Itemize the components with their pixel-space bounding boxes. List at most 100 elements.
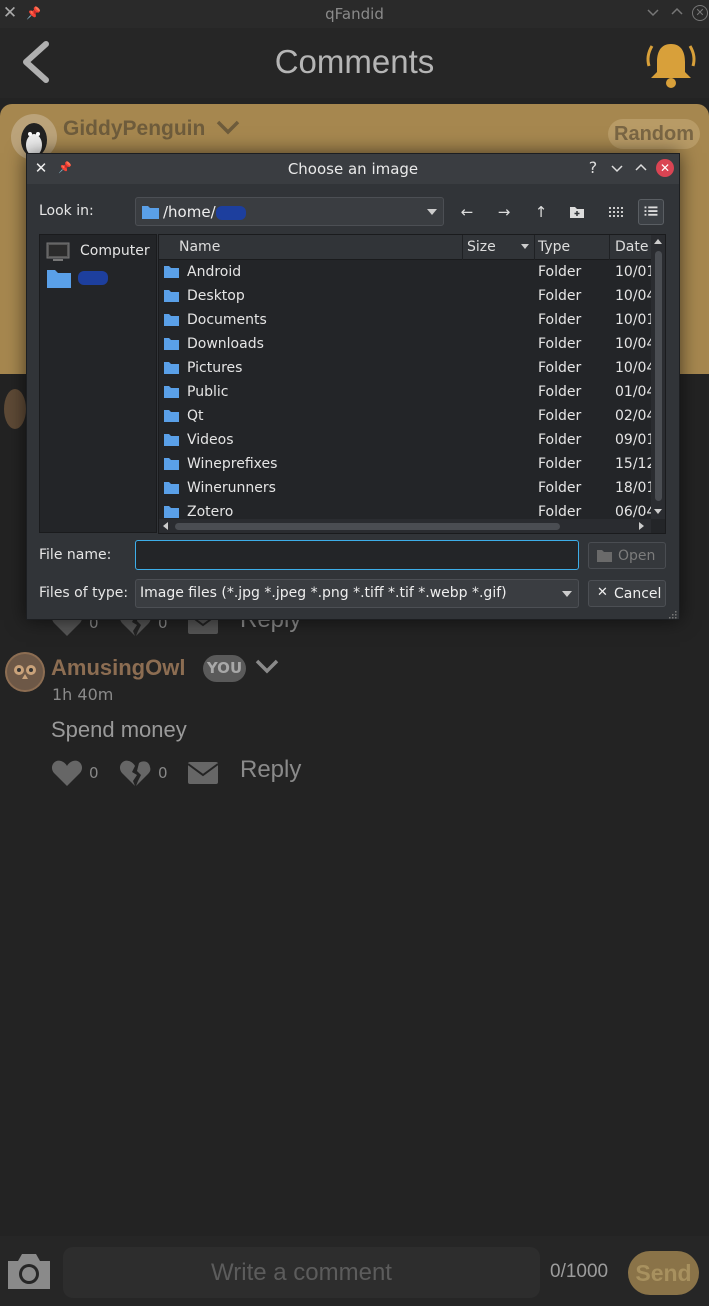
file-name: Downloads	[187, 336, 264, 352]
file-name: Pictures	[187, 360, 243, 376]
dislike-count: 0	[158, 764, 168, 782]
icon-view-icon[interactable]	[602, 199, 628, 225]
file-type: Folder	[538, 456, 582, 472]
file-name: Wineprefixes	[187, 456, 278, 472]
file-row[interactable]: Desktop Folder 10/04	[159, 285, 651, 309]
open-label: Open	[618, 548, 656, 564]
bell-icon[interactable]	[643, 36, 699, 90]
file-list-header: Name Size Type Date	[159, 235, 651, 260]
horizontal-scrollbar[interactable]	[159, 519, 651, 533]
window-x-icon[interactable]: ✕	[692, 5, 708, 21]
file-row[interactable]: Android Folder 10/01	[159, 261, 651, 285]
maximize-icon[interactable]	[634, 161, 648, 175]
file-row[interactable]: Pictures Folder 10/04	[159, 357, 651, 381]
folder-icon	[164, 266, 179, 278]
file-date: 15/12	[615, 456, 651, 472]
dialog-title-bar[interactable]: ✕ 📌 Choose an image ? ✕	[27, 154, 679, 184]
cancel-button[interactable]: ✕ Cancel	[588, 580, 666, 607]
cancel-label: Cancel	[614, 586, 662, 602]
mail-icon[interactable]	[186, 758, 220, 788]
window-title-bar: ✕ 📌 qFandid ✕	[0, 0, 709, 28]
sidebar-item-computer[interactable]: Computer	[46, 240, 156, 266]
you-badge: YOU	[203, 655, 246, 682]
random-badge: Random	[608, 119, 700, 149]
heart-icon[interactable]	[50, 758, 84, 788]
post-username[interactable]: GiddyPenguin	[63, 117, 205, 141]
detail-view-icon[interactable]	[638, 199, 664, 225]
comment-text: Spend money	[51, 717, 187, 742]
column-size[interactable]: Size	[467, 239, 496, 255]
file-row[interactable]: Videos Folder 09/01	[159, 429, 651, 453]
window-title: qFandid	[325, 5, 384, 23]
comment-username[interactable]: AmusingOwl	[51, 655, 185, 681]
file-row[interactable]: Winerunners Folder 18/01	[159, 477, 651, 501]
avatar	[5, 652, 45, 692]
folder-icon	[164, 434, 179, 446]
broken-heart-icon[interactable]	[118, 758, 152, 788]
sidebar-item-label: Computer	[80, 243, 150, 259]
new-folder-icon[interactable]	[564, 199, 590, 225]
minimize-icon[interactable]	[646, 5, 660, 19]
help-icon[interactable]: ?	[585, 158, 601, 178]
file-name: Winerunners	[187, 480, 276, 496]
folder-icon	[142, 206, 159, 219]
minimize-icon[interactable]	[610, 161, 624, 175]
sidebar-item-home[interactable]	[46, 265, 156, 291]
app-header: Comments	[0, 28, 709, 98]
parent-directory-icon[interactable]: ↑	[528, 199, 554, 225]
file-name: Documents	[187, 312, 267, 328]
file-list: Name Size Type Date Android Folder 10/01 De…	[158, 234, 666, 534]
file-type: Folder	[538, 264, 582, 280]
forward-icon[interactable]: →	[491, 199, 517, 225]
folder-icon	[47, 270, 71, 288]
file-date: 02/04	[615, 408, 651, 424]
scrollbar-thumb[interactable]	[175, 523, 560, 530]
column-name[interactable]: Name	[179, 239, 220, 255]
file-rows: Android Folder 10/01 Desktop Folder 10/04 Docu…	[159, 261, 651, 519]
files-of-type-combo[interactable]: Image files (*.jpg *.jpeg *.png *.tiff *…	[135, 579, 579, 608]
look-in-combo[interactable]: /home/	[135, 197, 444, 226]
redaction	[78, 271, 108, 285]
redaction	[216, 206, 246, 220]
maximize-icon[interactable]	[670, 5, 684, 19]
folder-icon	[164, 410, 179, 422]
file-name: Videos	[187, 432, 234, 448]
files-of-type-label: Files of type:	[39, 585, 129, 601]
file-row[interactable]: Public Folder 01/04	[159, 381, 651, 405]
resize-grip-icon[interactable]	[667, 609, 677, 619]
reply-button[interactable]: Reply	[240, 756, 301, 784]
file-row[interactable]: Wineprefixes Folder 15/12	[159, 453, 651, 477]
cancel-icon: ✕	[597, 585, 608, 600]
sort-down-icon	[521, 244, 529, 249]
column-date[interactable]: Date	[615, 239, 648, 255]
file-row[interactable]: Zotero Folder 06/04	[159, 501, 651, 519]
comment-input[interactable]	[63, 1247, 540, 1298]
char-count: 0/1000	[550, 1261, 609, 1282]
file-row[interactable]: Qt Folder 02/04	[159, 405, 651, 429]
camera-icon[interactable]	[4, 1249, 54, 1293]
scrollbar-thumb[interactable]	[655, 251, 662, 501]
app-root: ✕ 📌 qFandid ✕ Comments GiddyPenguin Rand…	[0, 0, 709, 1306]
open-folder-icon	[597, 550, 612, 562]
chevron-down-icon[interactable]	[215, 117, 241, 137]
send-button[interactable]: Send	[628, 1251, 699, 1295]
file-date: 10/04	[615, 288, 651, 304]
file-date: 10/01	[615, 264, 651, 280]
file-date: 10/01	[615, 312, 651, 328]
file-row[interactable]: Downloads Folder 10/04	[159, 333, 651, 357]
file-name-input[interactable]	[135, 540, 579, 570]
folder-icon	[164, 362, 179, 374]
open-button[interactable]: Open	[588, 542, 666, 569]
files-of-type-value: Image files (*.jpg *.jpeg *.png *.tiff *…	[140, 585, 507, 601]
file-name: Zotero	[187, 504, 234, 519]
chevron-down-icon[interactable]	[254, 656, 280, 676]
folder-icon	[164, 506, 179, 518]
vertical-scrollbar[interactable]	[651, 235, 665, 519]
folder-icon	[164, 482, 179, 494]
file-type: Folder	[538, 480, 582, 496]
dropdown-arrow-icon	[427, 209, 437, 215]
close-icon[interactable]: ✕	[656, 159, 674, 177]
column-type[interactable]: Type	[538, 239, 570, 255]
back-icon[interactable]: ←	[454, 199, 480, 225]
file-row[interactable]: Documents Folder 10/01	[159, 309, 651, 333]
